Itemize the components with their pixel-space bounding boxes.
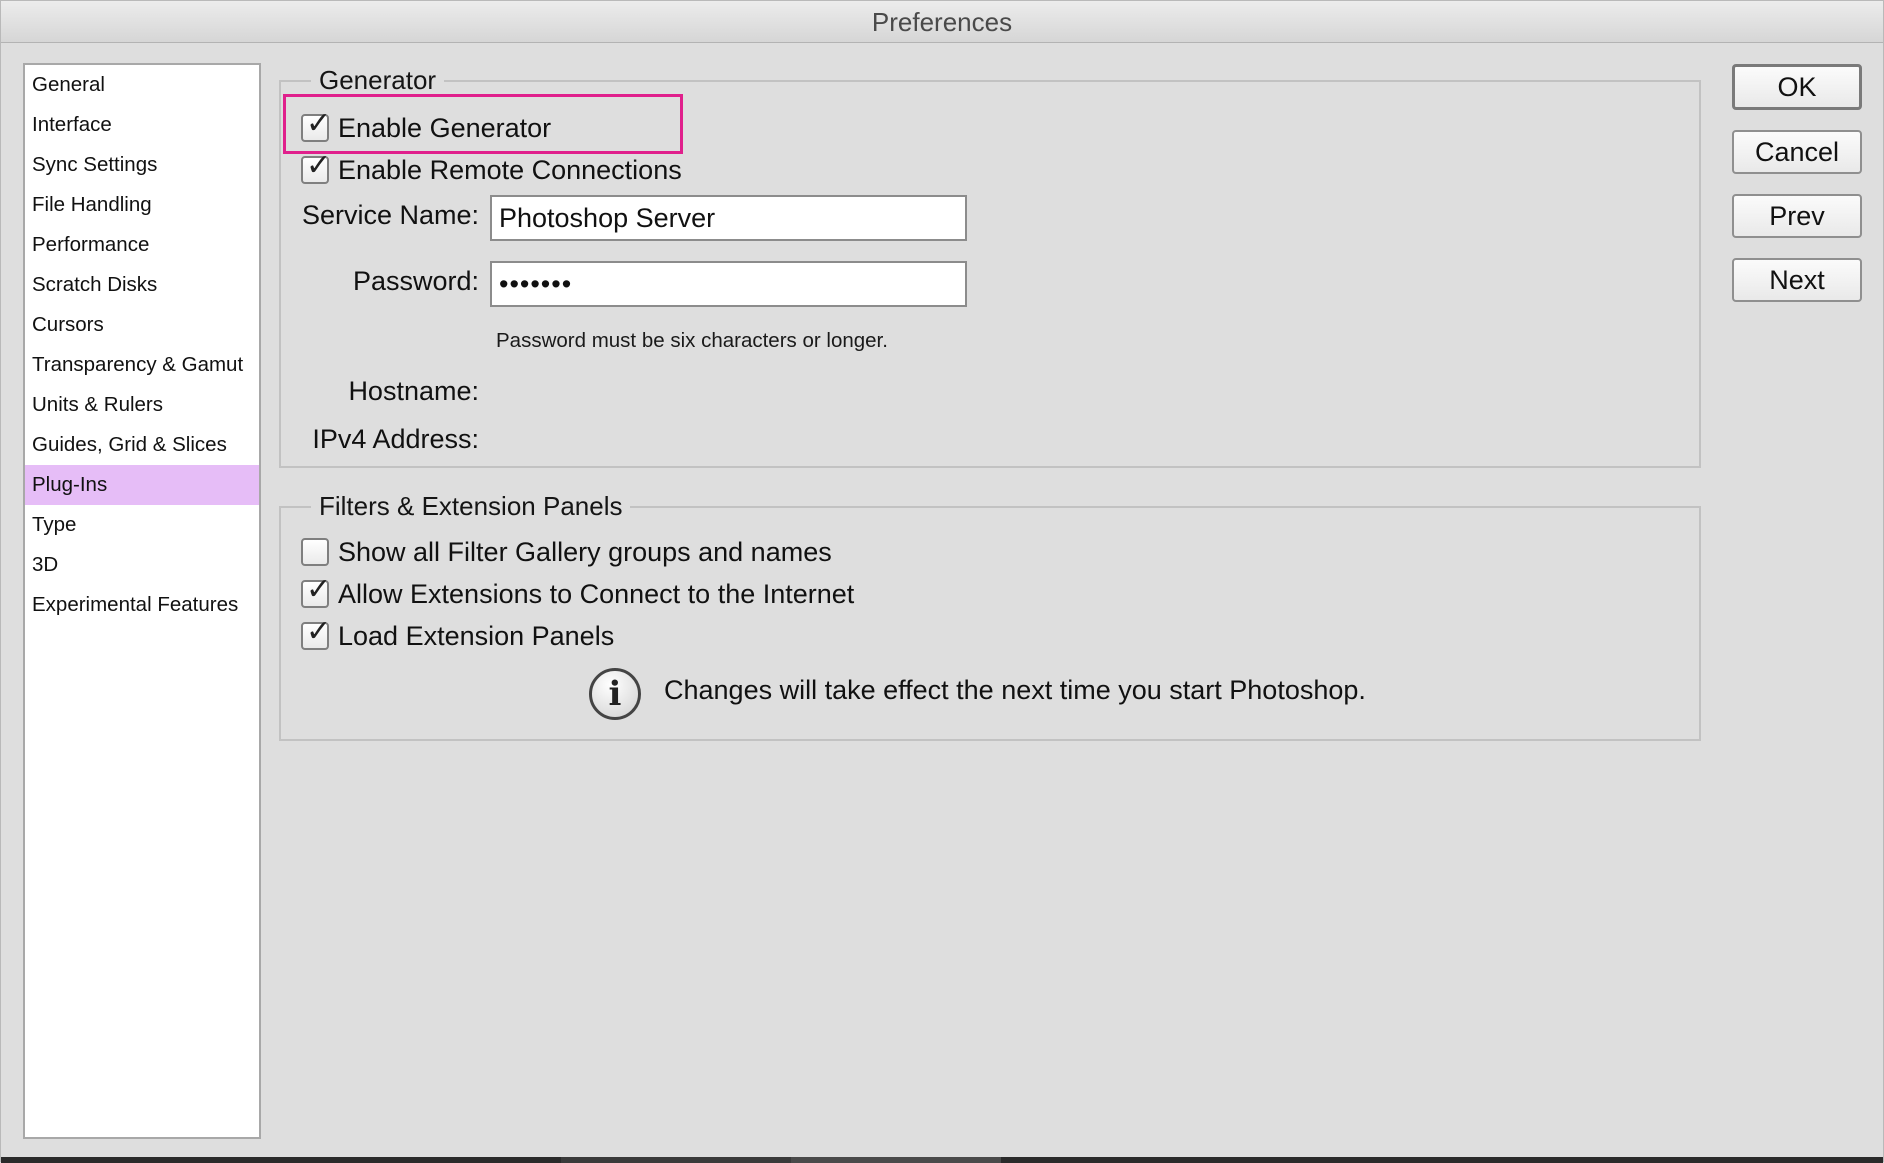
load-extension-panels-checkbox-row[interactable]: ✓ Load Extension Panels (301, 617, 615, 654)
enable-generator-checkbox-row[interactable]: ✓ Enable Generator (301, 109, 552, 146)
password-input[interactable]: ••••••• (490, 261, 967, 307)
allow-extensions-internet-checkbox[interactable]: ✓ (301, 575, 331, 608)
service-name-label: Service Name: (301, 200, 479, 230)
show-filter-gallery-checkbox-row[interactable]: Show all Filter Gallery groups and names (301, 534, 832, 570)
sidebar-list: General Interface Sync Settings File Handli… (25, 65, 259, 625)
password-label: Password: (352, 266, 479, 296)
ok-button[interactable]: OK (1732, 64, 1862, 110)
sidebar-item-3d[interactable]: 3D (25, 545, 259, 585)
show-filter-gallery-checkbox[interactable] (301, 538, 329, 566)
hostname-label: Hostname: (348, 376, 479, 406)
show-filter-gallery-label: Show all Filter Gallery groups and names (338, 536, 832, 567)
restart-notice-text: Changes will take effect the next time y… (664, 675, 1366, 705)
window-title: Preferences (1, 1, 1883, 43)
sidebar-item-interface[interactable]: Interface (25, 105, 259, 145)
checkmark-icon: ✓ (306, 107, 332, 140)
allow-extensions-internet-label: Allow Extensions to Connect to the Inter… (338, 578, 855, 609)
preferences-sidebar: General Interface Sync Settings File Handli… (23, 63, 261, 1139)
checkmark-icon: ✓ (306, 149, 332, 182)
ipv4-address-label: IPv4 Address: (312, 424, 479, 454)
enable-remote-connections-checkbox[interactable]: ✓ (301, 151, 331, 184)
password-hint: Password must be six characters or longe… (496, 329, 888, 352)
sidebar-item-cursors[interactable]: Cursors (25, 305, 259, 345)
generator-group-title: Generator (311, 61, 445, 99)
enable-generator-checkbox[interactable]: ✓ (301, 109, 331, 142)
checkmark-icon: ✓ (306, 615, 332, 648)
sidebar-item-general[interactable]: General (25, 65, 259, 105)
load-extension-panels-label: Load Extension Panels (338, 620, 615, 651)
sidebar-item-units-rulers[interactable]: Units & Rulers (25, 385, 259, 425)
preferences-window: Preferences General Interface Sync Setting… (0, 0, 1884, 1163)
sidebar-item-plug-ins[interactable]: Plug-Ins (25, 465, 259, 505)
sidebar-item-performance[interactable]: Performance (25, 225, 259, 265)
sidebar-item-type[interactable]: Type (25, 505, 259, 545)
desktop-strip (1, 1157, 1883, 1163)
enable-remote-connections-label: Enable Remote Connections (338, 154, 682, 185)
sidebar-item-sync-settings[interactable]: Sync Settings (25, 145, 259, 185)
generator-group: Generator ✓ Enable Generator ✓ Enable Re… (279, 61, 1701, 468)
info-icon: i (589, 668, 641, 720)
sidebar-item-experimental-features[interactable]: Experimental Features (25, 585, 259, 625)
service-name-input[interactable]: Photoshop Server (490, 195, 967, 241)
enable-remote-connections-checkbox-row[interactable]: ✓ Enable Remote Connections (301, 151, 682, 188)
next-button[interactable]: Next (1732, 258, 1862, 302)
load-extension-panels-checkbox[interactable]: ✓ (301, 617, 331, 650)
enable-generator-label: Enable Generator (338, 112, 552, 143)
cancel-button[interactable]: Cancel (1732, 130, 1862, 174)
checkmark-icon: ✓ (306, 573, 332, 606)
prev-button[interactable]: Prev (1732, 194, 1862, 238)
allow-extensions-internet-checkbox-row[interactable]: ✓ Allow Extensions to Connect to the Int… (301, 575, 855, 612)
filters-extension-panels-group: Filters & Extension Panels Show all Filt… (279, 487, 1701, 741)
sidebar-item-file-handling[interactable]: File Handling (25, 185, 259, 225)
sidebar-item-guides-grid-slices[interactable]: Guides, Grid & Slices (25, 425, 259, 465)
filters-extension-panels-title: Filters & Extension Panels (311, 487, 631, 525)
sidebar-item-transparency-gamut[interactable]: Transparency & Gamut (25, 345, 259, 385)
sidebar-item-scratch-disks[interactable]: Scratch Disks (25, 265, 259, 305)
